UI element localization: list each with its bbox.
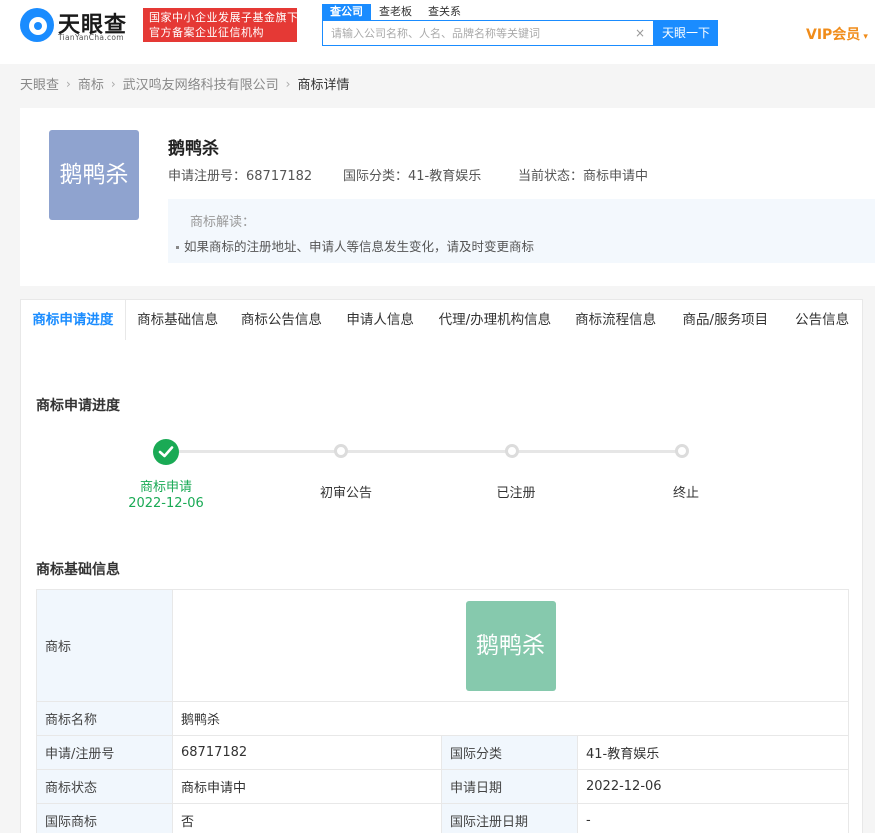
search-tab-boss[interactable]: 查老板 [371,4,420,20]
table-key: 商标 [36,589,173,702]
progress-section-title: 商标申请进度 [36,398,120,414]
badge-line-1: 国家中小企业发展子基金旗下 [149,11,299,24]
table-row: 商标名称 鹅鸭杀 [36,701,849,736]
step-done-check-icon [153,439,179,465]
table-key: 国际分类 [441,735,578,770]
trademark-title: 鹅鸭杀 [168,139,219,159]
table-value: 否 [172,803,442,833]
main-content: 商标申请进度 商标申请 2022-12-06 初审公告 已注册 终止 商标基础信… [20,340,863,833]
trademark-image: 鹅鸭杀 [465,600,556,691]
table-value: 2022-12-06 [577,769,849,804]
progress-track [166,450,682,453]
tab-notice-info[interactable]: 公告信息 [782,300,862,340]
detail-tabs: 商标申请进度 商标基础信息 商标公告信息 申请人信息 代理/办理机构信息 商标流… [20,299,863,341]
trademark-note: 商标解读： 如果商标的注册地址、申请人等信息发生变化，请及时变更商标 [168,199,875,263]
step-date-applied: 2022-12-06 [128,496,204,511]
registration-number: 申请注册号：68717182 [168,169,313,184]
table-key: 申请日期 [441,769,578,804]
international-class: 国际分类：41-教育娱乐 [343,169,482,184]
trademark-summary-card: 鹅鸭杀 鹅鸭杀 申请注册号：68717182 国际分类：41-教育娱乐 当前状态… [20,108,875,286]
vip-member-menu[interactable]: VIP会员 ▾ [806,24,868,44]
step-label-applied: 商标申请 [139,480,192,495]
breadcrumb-trademark[interactable]: 商标 [78,74,104,93]
table-value-image: 鹅鸭杀 [172,589,849,702]
table-row: 申请/注册号 68717182 国际分类 41-教育娱乐 [36,735,849,770]
top-header: 天眼查 TianYanCha.com 国家中小企业发展子基金旗下 官方备案企业征… [0,0,875,64]
table-key: 国际商标 [36,803,173,833]
table-value: 商标申请中 [172,769,442,804]
table-row: 国际商标 否 国际注册日期 - [36,803,849,833]
table-value: 41-教育娱乐 [577,735,849,770]
step-label-terminated: 终止 [672,486,699,501]
breadcrumb-company[interactable]: 武汉鸣友网络科技有限公司 [123,74,279,93]
search-type-tabs: 查公司 查老板 查关系 [322,4,469,20]
logo-mark-icon [20,8,54,42]
table-key: 申请/注册号 [36,735,173,770]
note-title: 商标解读： [190,215,256,230]
official-badge[interactable]: 国家中小企业发展子基金旗下 官方备案企业征信机构 [143,8,299,42]
tab-process-info[interactable]: 商标流程信息 [563,300,669,340]
tianyancha-logo[interactable]: 天眼查 TianYanCha.com [20,8,135,44]
current-status: 当前状态：商标申请中 [518,169,649,184]
clear-icon[interactable]: × [635,25,645,41]
tab-goods-services[interactable]: 商品/服务项目 [668,300,782,340]
step-pending-dot-icon [334,444,348,458]
tab-basic-info[interactable]: 商标基础信息 [126,300,230,340]
step-pending-dot-icon [675,444,689,458]
table-key: 商标状态 [36,769,173,804]
basic-info-table: 商标 鹅鸭杀 商标名称 鹅鸭杀 申请/注册号 68717182 国际分类 41-… [36,589,849,833]
breadcrumb-home[interactable]: 天眼查 [20,74,59,93]
step-label-preliminary: 初审公告 [319,486,372,501]
table-key: 商标名称 [36,701,173,736]
chevron-right-icon: › [66,76,71,91]
step-pending-dot-icon [505,444,519,458]
tab-agency-info[interactable]: 代理/办理机构信息 [427,300,563,340]
tab-announcement-info[interactable]: 商标公告信息 [230,300,334,340]
step-label-registered: 已注册 [496,486,536,501]
badge-line-2: 官方备案企业征信机构 [149,26,264,39]
search-input[interactable] [323,21,633,45]
tab-progress[interactable]: 商标申请进度 [21,300,126,340]
chevron-down-icon: ▾ [863,32,868,42]
basic-info-section-title: 商标基础信息 [36,562,120,578]
table-value: - [577,803,849,833]
search-box: × [322,20,654,46]
logo-subtitle: TianYanCha.com [58,33,124,42]
breadcrumb: 天眼查 › 商标 › 武汉鸣友网络科技有限公司 › 商标详情 [20,74,350,94]
note-item: 如果商标的注册地址、申请人等信息发生变化，请及时变更商标 [176,236,534,255]
table-row: 商标状态 商标申请中 申请日期 2022-12-06 [36,769,849,804]
note-item-text: 如果商标的注册地址、申请人等信息发生变化，请及时变更商标 [184,239,535,254]
trademark-logo-image: 鹅鸭杀 [49,130,139,220]
vip-label: VIP会员 [806,27,861,43]
breadcrumb-current: 商标详情 [297,78,350,93]
chevron-right-icon: › [285,76,291,91]
chevron-right-icon: › [110,76,116,91]
table-key: 国际注册日期 [441,803,578,833]
search-button[interactable]: 天眼一下 [654,20,718,46]
bullet-icon [176,246,179,249]
table-value: 鹅鸭杀 [172,701,849,736]
table-value: 68717182 [172,735,442,770]
tab-applicant-info[interactable]: 申请人信息 [333,300,427,340]
search-tab-company[interactable]: 查公司 [322,4,371,20]
table-row: 商标 鹅鸭杀 [36,589,849,702]
search-tab-relation[interactable]: 查关系 [420,4,469,20]
